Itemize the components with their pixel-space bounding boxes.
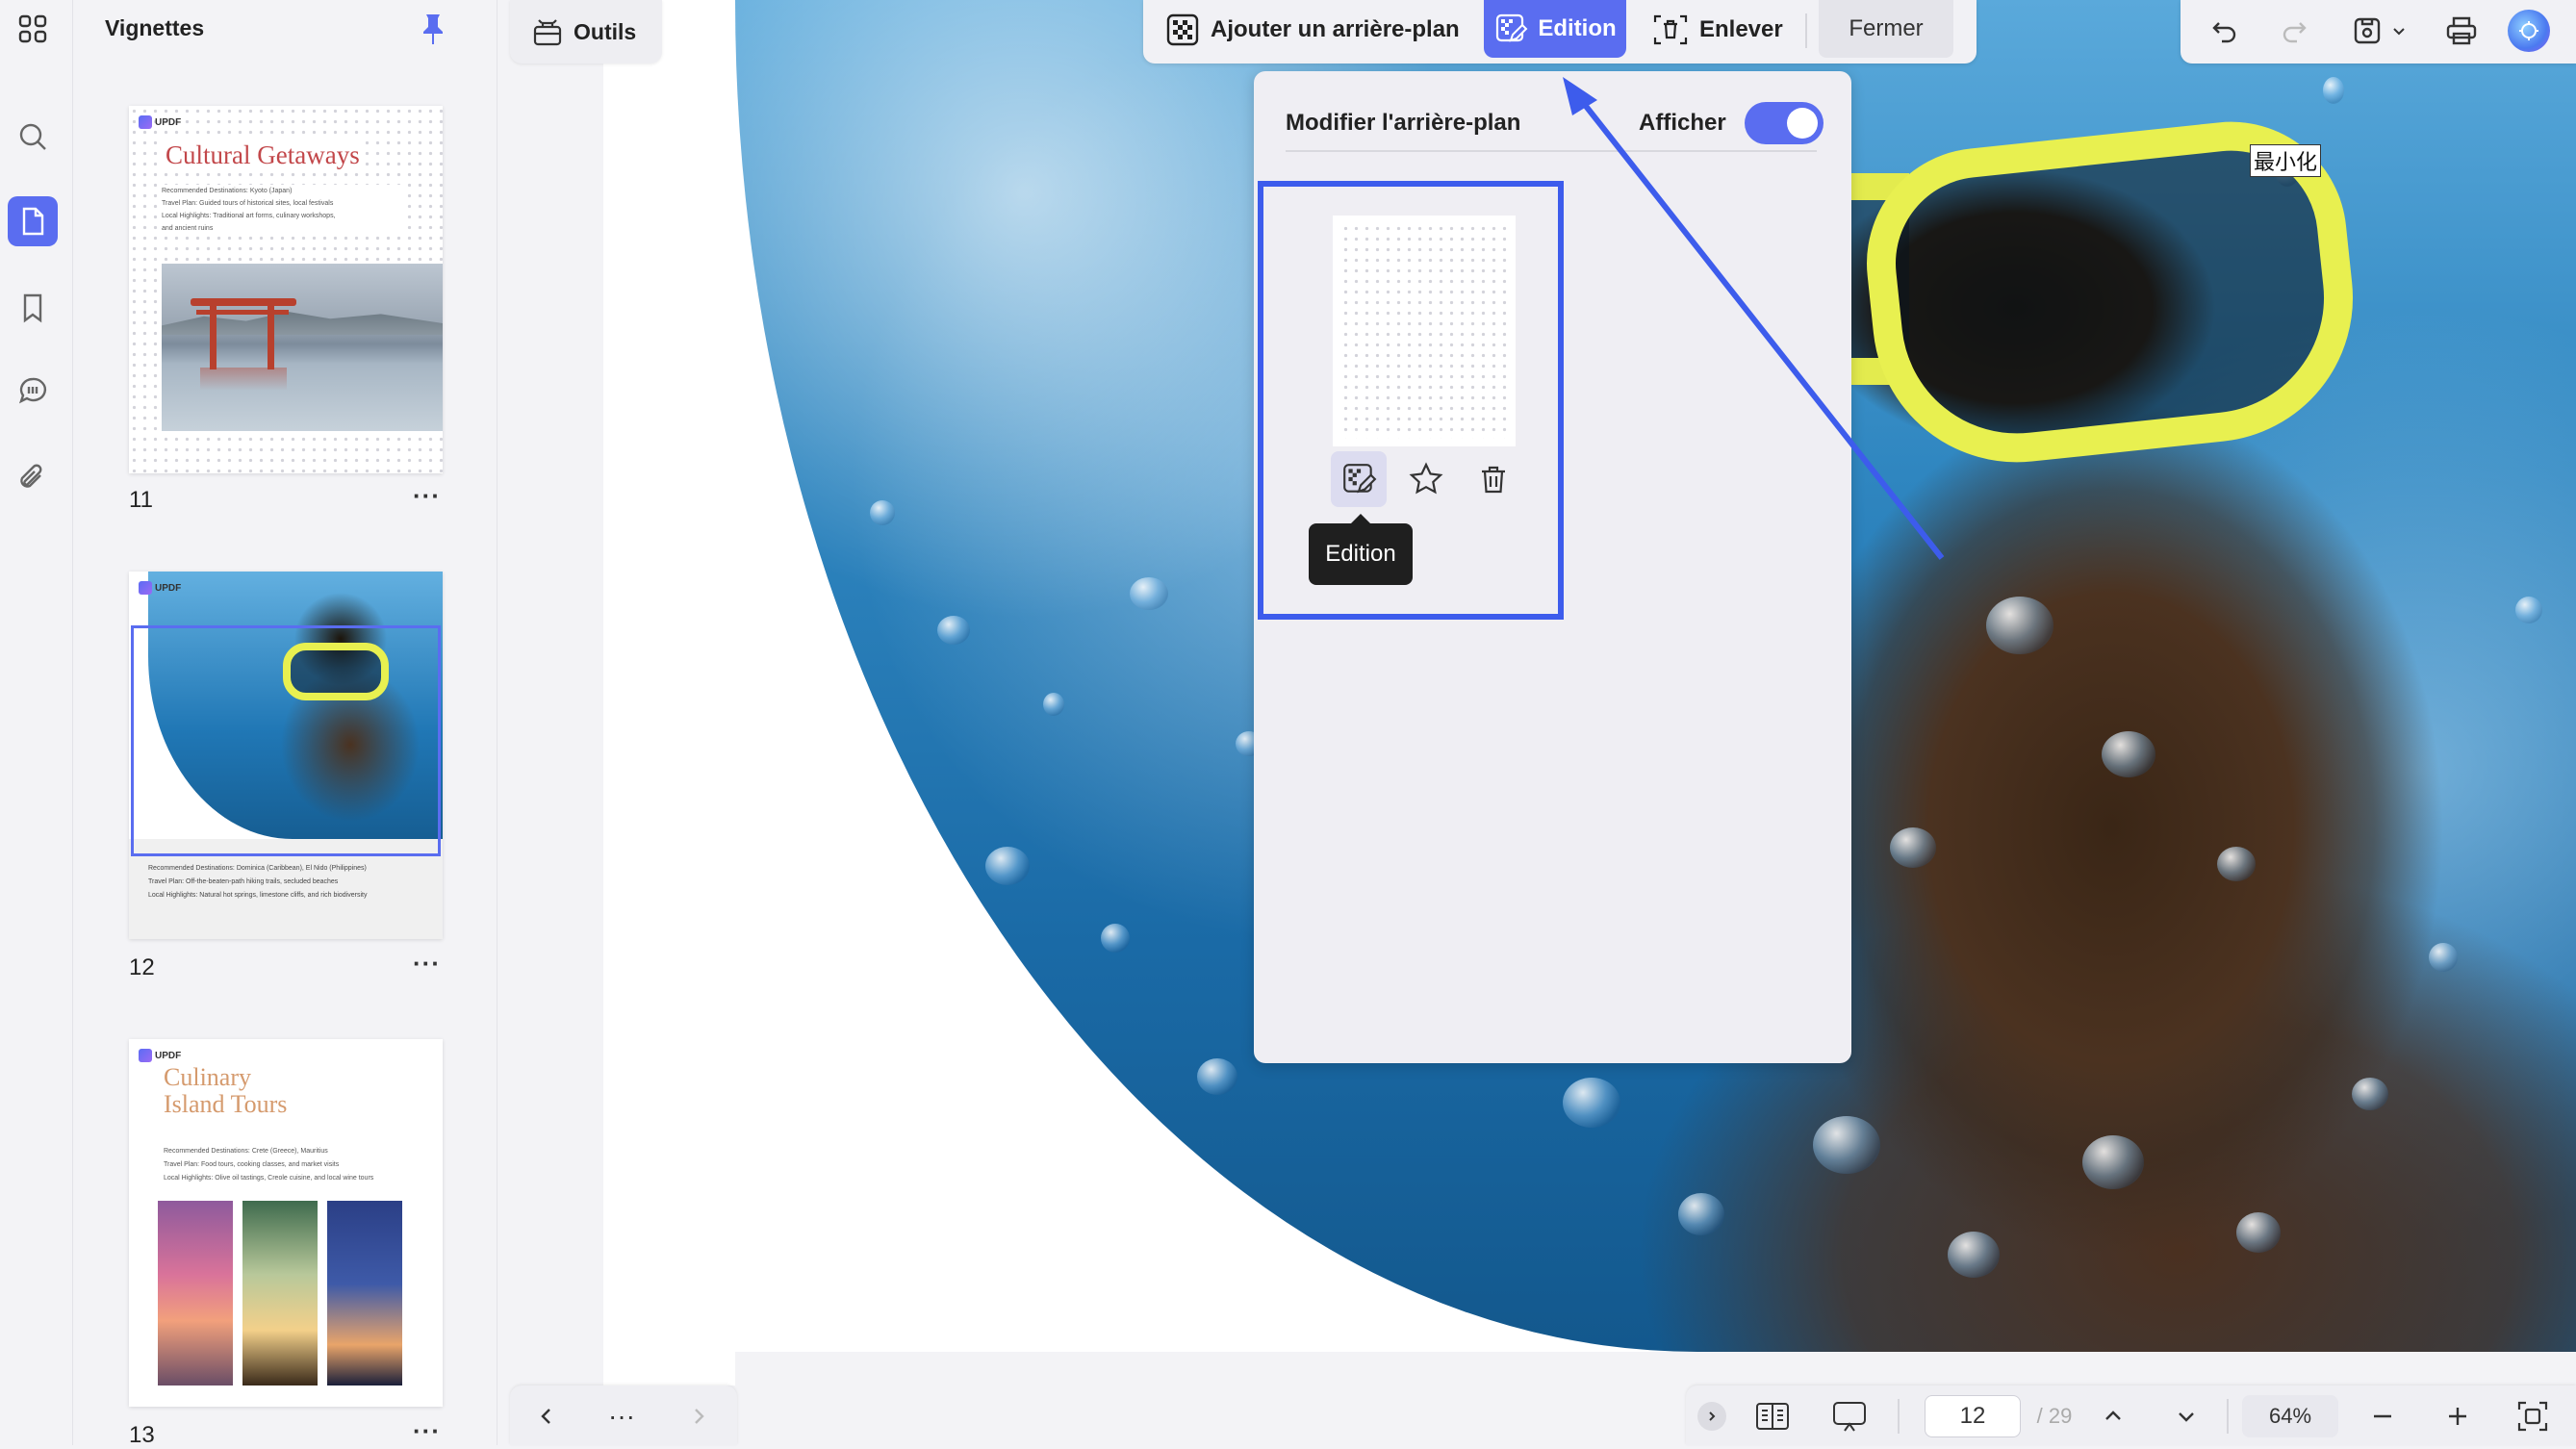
- palm-sunset-photo: [327, 1201, 402, 1385]
- thumb-text-line: Recommended Destinations: Kyoto (Japan): [162, 188, 293, 194]
- thumb-heading: Cultural Getaways: [166, 140, 360, 169]
- torii-gate-image: [162, 264, 443, 431]
- undo-icon[interactable]: [2204, 10, 2246, 52]
- pin-icon[interactable]: [418, 12, 448, 46]
- thumb-text-line: Recommended Destinations: Dominica (Cari…: [148, 865, 367, 872]
- page-nav-bar: ···: [510, 1385, 737, 1445]
- edit-tooltip: Edition: [1309, 514, 1413, 585]
- thumb-text-line: Local Highlights: Traditional art forms,…: [162, 213, 336, 219]
- add-background-icon: [1166, 13, 1199, 46]
- bookmark-icon[interactable]: [8, 283, 58, 333]
- current-page-frame: [131, 625, 441, 856]
- remove-background-icon: [1653, 14, 1688, 45]
- thumb-text-line: Recommended Destinations: Crete (Greece)…: [164, 1148, 328, 1155]
- expand-chevron-icon[interactable]: [1696, 1395, 1728, 1437]
- ai-assistant-icon[interactable]: [2508, 10, 2550, 52]
- background-toolbar: Ajouter un arrière-plan Edition Enlever …: [1143, 0, 1977, 64]
- minimize-label: 最小化: [2250, 144, 2322, 177]
- edit-background-panel: Modifier l'arrière-plan Afficher Edition: [1254, 71, 1851, 1063]
- chevron-left-icon[interactable]: [527, 1397, 566, 1436]
- bottom-toolbar: 12 / 29 64%: [1686, 1385, 2576, 1445]
- close-button[interactable]: Fermer: [1819, 0, 1953, 58]
- previous-page-icon[interactable]: [2092, 1395, 2134, 1437]
- updf-logo: UPDF: [139, 579, 189, 597]
- apps-grid-icon[interactable]: [8, 4, 58, 54]
- fit-page-icon[interactable]: [2512, 1395, 2554, 1437]
- thumb-text-line: Travel Plan: Off-the-beaten-path hiking …: [148, 878, 339, 885]
- presentation-icon[interactable]: [1828, 1395, 1871, 1437]
- toolbox-icon: [533, 19, 562, 46]
- save-icon[interactable]: [2346, 10, 2388, 52]
- toolbar-divider: [1805, 13, 1807, 48]
- edit-background-label: Edition: [1538, 15, 1617, 41]
- page-margin: [603, 0, 735, 1385]
- background-preview[interactable]: [1333, 216, 1516, 446]
- comment-icon[interactable]: [8, 366, 58, 416]
- page-thumbnail-12[interactable]: UPDF Recommended Destinations: Dominica …: [129, 572, 443, 939]
- more-pages-button[interactable]: ···: [602, 1397, 641, 1436]
- thumb-text-line: and ancient ruins: [162, 225, 214, 232]
- thumbnails-panel: Vignettes UPDF Cultural Getaways Recomme…: [74, 0, 497, 1448]
- current-page-input[interactable]: 12: [1925, 1395, 2021, 1437]
- favorite-star-button[interactable]: [1398, 451, 1454, 507]
- left-icon-rail: [0, 0, 73, 1445]
- chevron-right-icon[interactable]: [679, 1397, 718, 1436]
- sunset-photo: [158, 1201, 233, 1385]
- thumb-heading: Culinary: [164, 1063, 251, 1091]
- panel-title: Vignettes: [105, 15, 205, 40]
- thumbnails-icon[interactable]: [8, 196, 58, 246]
- more-options-button[interactable]: ···: [413, 949, 441, 979]
- page-thumbnail-11[interactable]: UPDF Cultural Getaways Recommended Desti…: [129, 106, 443, 473]
- show-background-toggle[interactable]: [1745, 102, 1824, 144]
- star-icon: [1409, 462, 1443, 495]
- remove-background-label: Enlever: [1699, 16, 1783, 42]
- top-right-toolbar: [2181, 0, 2576, 64]
- thumb-text-line: Local Highlights: Natural hot springs, l…: [148, 892, 368, 899]
- palm-beach-photo: [242, 1201, 318, 1385]
- thumb-text-line: Local Highlights: Olive oil tastings, Cr…: [164, 1175, 374, 1182]
- tools-button[interactable]: Outils: [510, 0, 662, 64]
- updf-logo: UPDF: [139, 114, 189, 131]
- updf-logo: UPDF: [139, 1047, 189, 1064]
- document-gutter: [510, 0, 603, 1385]
- delete-template-button[interactable]: [1466, 451, 1521, 507]
- zoom-out-icon[interactable]: [2361, 1395, 2404, 1437]
- toolbar-divider: [1898, 1399, 1900, 1434]
- zoom-level[interactable]: 64%: [2242, 1395, 2338, 1437]
- dot-pattern: [1340, 223, 1508, 439]
- page-thumbnail-13[interactable]: UPDF Culinary Island Tours Recommended D…: [129, 1039, 443, 1407]
- thumb-text-line: Travel Plan: Food tours, cooking classes…: [164, 1161, 340, 1168]
- edit-background-icon: [1496, 13, 1528, 42]
- edit-background-button[interactable]: Edition: [1484, 0, 1626, 58]
- more-options-button[interactable]: ···: [413, 1416, 441, 1446]
- page-number-label: 12: [129, 954, 155, 980]
- edit-background-icon: [1343, 464, 1377, 494]
- panel-divider: [1286, 150, 1817, 152]
- more-options-button[interactable]: ···: [413, 481, 441, 511]
- show-toggle-label: Afficher: [1639, 110, 1726, 136]
- next-page-icon[interactable]: [2165, 1395, 2207, 1437]
- chevron-down-icon[interactable]: [2386, 10, 2411, 52]
- redo-icon[interactable]: [2273, 10, 2315, 52]
- page-layout-icon[interactable]: [1751, 1395, 1794, 1437]
- zoom-in-icon[interactable]: [2436, 1395, 2479, 1437]
- search-icon[interactable]: [8, 112, 58, 162]
- total-pages-label: / 29: [2036, 1404, 2073, 1428]
- attachment-icon[interactable]: [8, 452, 58, 502]
- add-background-label: Ajouter un arrière-plan: [1211, 16, 1460, 42]
- panel-title: Modifier l'arrière-plan: [1286, 110, 1521, 136]
- remove-background-button[interactable]: Enlever: [1651, 0, 1783, 60]
- edit-template-button[interactable]: [1331, 451, 1387, 507]
- add-background-button[interactable]: Ajouter un arrière-plan: [1164, 0, 1460, 60]
- trash-icon: [1482, 466, 1505, 494]
- thumb-text-line: Travel Plan: Guided tours of historical …: [162, 200, 334, 207]
- thumb-heading: Island Tours: [164, 1090, 288, 1118]
- toolbar-divider: [2227, 1399, 2229, 1434]
- page-number-label: 11: [129, 487, 153, 513]
- print-icon[interactable]: [2440, 10, 2483, 52]
- tools-label: Outils: [574, 18, 637, 44]
